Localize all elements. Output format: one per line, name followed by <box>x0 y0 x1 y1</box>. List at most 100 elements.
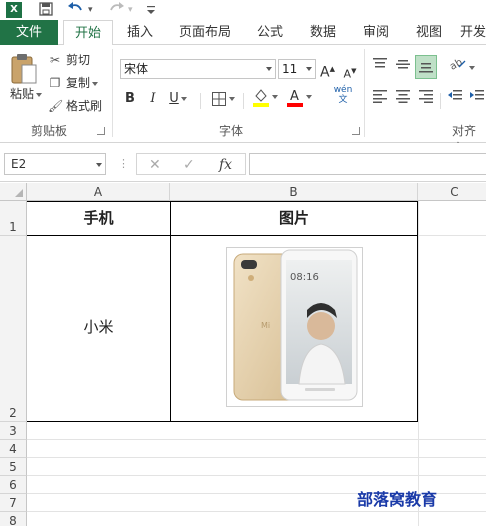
chevron-down-icon <box>96 163 102 167</box>
row-header-6[interactable]: 6 <box>0 476 27 494</box>
borders-button[interactable] <box>208 89 238 109</box>
font-name-select[interactable]: 宋体 <box>120 59 276 79</box>
decrease-indent-icon <box>448 90 462 100</box>
paste-icon[interactable] <box>10 53 38 87</box>
chevron-down-icon <box>306 67 312 71</box>
shrink-font-button[interactable]: A▼ <box>343 61 357 81</box>
tab-home[interactable]: 开始 <box>63 20 113 46</box>
tab-formulas[interactable]: 公式 <box>248 20 292 45</box>
font-color-button[interactable]: A <box>284 87 314 107</box>
cell-a1[interactable]: 手机 <box>27 202 170 235</box>
phonetic-button[interactable]: wén 文 <box>330 85 356 105</box>
font-group-label: 字体 <box>219 124 244 138</box>
grow-font-button[interactable]: A▲ <box>320 59 335 81</box>
undo-dropdown-icon[interactable]: ▾ <box>88 1 93 19</box>
tab-view[interactable]: 视图 <box>407 20 451 45</box>
align-left-button[interactable] <box>371 89 389 109</box>
format-painter-label: 格式刷 <box>66 99 103 113</box>
undo-icon[interactable] <box>66 1 86 19</box>
cut-button[interactable]: ✂ 剪切 <box>48 51 90 69</box>
cell-a2[interactable]: 小米 <box>27 236 170 421</box>
excel-logo-icon: X <box>6 2 22 18</box>
quick-access-toolbar: X ▾ ▾ <box>0 0 486 20</box>
font-color-dropdown-icon[interactable] <box>306 95 312 99</box>
column-header-b[interactable]: B <box>170 183 418 201</box>
table-border <box>27 421 418 422</box>
align-center-icon <box>396 90 410 103</box>
name-box[interactable]: E2 <box>4 153 106 175</box>
name-box-value: E2 <box>11 157 27 171</box>
row-header-5[interactable]: 5 <box>0 458 27 476</box>
paste-dropdown-icon[interactable] <box>36 92 43 97</box>
copy-button[interactable]: ❐ 复制 <box>48 74 99 92</box>
insert-function-button[interactable]: fx <box>219 154 232 176</box>
group-separator <box>364 49 365 137</box>
tab-review[interactable]: 审阅 <box>354 20 398 45</box>
tab-page-layout[interactable]: 页面布局 <box>172 20 238 45</box>
cancel-icon[interactable]: ✕ <box>149 154 161 176</box>
customize-qat-icon[interactable] <box>146 1 156 19</box>
row-header-3[interactable]: 3 <box>0 422 27 440</box>
chevron-down-icon <box>266 67 272 71</box>
paste-button[interactable]: 粘贴 <box>10 85 43 102</box>
row-header-7[interactable]: 7 <box>0 494 27 512</box>
copy-dropdown-icon[interactable] <box>92 81 99 86</box>
divider <box>243 93 244 109</box>
align-top-button[interactable] <box>371 57 389 77</box>
row-header-4[interactable]: 4 <box>0 440 27 458</box>
fill-color-button[interactable] <box>250 87 280 107</box>
tab-developer[interactable]: 开发 <box>460 20 486 45</box>
row-header-2[interactable]: 2 <box>0 236 27 422</box>
orientation-dropdown-icon[interactable] <box>469 65 475 70</box>
increase-indent-icon <box>470 90 484 100</box>
phone-picture[interactable]: Mi 08:16 <box>226 247 363 407</box>
svg-text:08:16: 08:16 <box>290 272 319 283</box>
redo-dropdown-icon[interactable]: ▾ <box>128 1 133 19</box>
align-right-button[interactable] <box>417 89 435 109</box>
text-orientation-icon: ab <box>448 57 466 73</box>
orientation-button[interactable]: ab <box>448 57 476 77</box>
enter-icon[interactable]: ✓ <box>183 154 195 176</box>
tab-insert[interactable]: 插入 <box>117 20 163 45</box>
row-number: 2 <box>9 406 17 420</box>
italic-button[interactable]: I <box>145 89 161 109</box>
align-middle-icon <box>396 60 410 69</box>
ribbon-tabs: 文件 开始 插入 页面布局 公式 数据 审阅 视图 开发 <box>0 20 486 46</box>
select-all-button[interactable] <box>0 183 27 201</box>
align-bottom-icon <box>419 63 433 73</box>
align-middle-button[interactable] <box>394 57 412 77</box>
row-header-8[interactable]: 8 <box>0 512 27 526</box>
formula-input[interactable] <box>249 153 486 175</box>
tab-file[interactable]: 文件 <box>0 20 58 45</box>
column-header-c[interactable]: C <box>418 183 486 201</box>
underline-dropdown-icon[interactable] <box>180 96 187 101</box>
borders-dropdown-icon[interactable] <box>229 96 235 101</box>
tab-data[interactable]: 数据 <box>301 20 345 45</box>
underline-button[interactable]: U <box>167 89 189 109</box>
cell-b1[interactable]: 图片 <box>171 202 417 235</box>
row-number: 5 <box>9 460 17 474</box>
redo-icon[interactable] <box>106 1 126 19</box>
increase-indent-button[interactable] <box>468 89 486 109</box>
align-bottom-button[interactable] <box>415 55 437 79</box>
bold-button[interactable]: B <box>122 89 138 109</box>
copy-label: 复制 <box>66 76 91 90</box>
clipboard-launcher-icon[interactable] <box>97 127 105 135</box>
format-painter-button[interactable]: 🖌 格式刷 <box>48 97 102 115</box>
font-launcher-icon[interactable] <box>352 127 360 135</box>
grow-font-icon: A <box>320 64 330 81</box>
row-number: 8 <box>9 514 17 526</box>
font-size-select[interactable]: 11 <box>278 59 316 79</box>
decrease-indent-button[interactable] <box>446 89 464 109</box>
align-center-button[interactable] <box>394 89 412 109</box>
ribbon-home: 粘贴 ✂ 剪切 ❐ 复制 🖌 格式刷 剪贴板 宋体 11 A▲ A▼ B I U A … <box>0 45 486 155</box>
fill-color-dropdown-icon[interactable] <box>272 95 278 99</box>
row-header-1[interactable]: 1 <box>0 201 27 236</box>
watermark-text: 部落窝教育 <box>357 490 438 509</box>
column-header-a[interactable]: A <box>27 183 170 201</box>
formula-buttons-box: ✕ ✓ fx <box>136 153 246 175</box>
formula-bar-grip-icon[interactable]: ⋮ <box>118 153 129 175</box>
copy-icon: ❐ <box>49 76 61 90</box>
font-size-value: 11 <box>282 62 298 76</box>
save-icon[interactable] <box>38 1 54 19</box>
